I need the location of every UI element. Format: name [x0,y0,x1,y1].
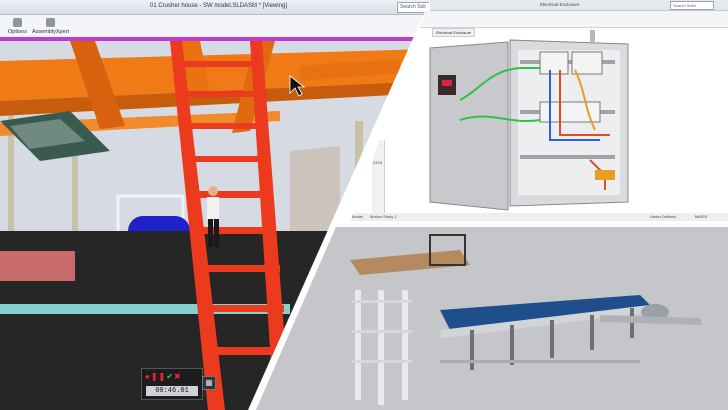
ladder-rung [204,305,284,312]
terminal-block [571,51,603,75]
ladder-rung [208,347,288,355]
assemblyxpert-label: AssemblyXpert [32,29,69,35]
play-icon[interactable]: ✔ [166,372,174,381]
tab-motion-study[interactable]: Motion Study 1 [370,214,397,219]
title-bar: 01 Crusher house - SW model.SLDASM * [Vi… [0,0,430,15]
ladder-rung [181,91,260,97]
options-label: Options [8,29,27,35]
assemblyxpert-icon [46,18,55,27]
floor-pad [0,251,75,281]
bracing [352,330,412,333]
tab-model[interactable]: Model [352,214,363,219]
side-value: 2374 [373,160,382,165]
terminal-strip [595,170,615,180]
conduit [590,30,595,44]
options-icon [12,18,22,27]
ladder-rung [184,123,264,129]
window-title: 01 Crusher house - SW model.SLDASM * [Vi… [150,3,287,9]
ladder-rung [188,156,268,162]
status-bar: Model Motion Study 1 Under Defined MMGS [350,213,728,221]
pause-icon[interactable]: ❚❚ [151,372,166,381]
recorder-controls: ●❚❚✔✖ [145,372,182,381]
assemblyxpert-button[interactable]: AssemblyXpert [32,18,69,35]
ribbon-toolbar: Options AssemblyXpert [0,15,430,38]
side-panel: 2374 [372,140,385,215]
support-column [402,290,408,400]
window-title: Electrical Enclosure [540,2,580,7]
enclosure-door [429,41,509,211]
enclosure-viewport[interactable] [400,30,728,213]
ladder-rung [192,191,272,198]
din-rail [520,155,615,159]
door-indicator [442,80,452,86]
lower-walkway [440,360,640,363]
status-defined: Under Defined [650,214,676,219]
recorder-time: 00:46.01 [146,386,198,396]
support-column [378,290,384,405]
stop-icon[interactable]: ✖ [174,372,182,381]
search-input[interactable]: Search Solid [670,1,714,10]
ladder-rung [200,265,280,272]
bracing [352,300,412,303]
options-button[interactable]: Options [8,18,27,35]
screen-recorder: ●❚❚✔✖ 00:46.01 [141,368,203,400]
support-column [355,290,361,400]
bracing [352,360,412,363]
grid-icon[interactable]: ▦ [202,376,216,390]
terminal-block [539,51,569,75]
ladder-rung [178,61,256,67]
ribbon-toolbar [405,11,728,28]
status-units: MMGS [695,214,708,219]
